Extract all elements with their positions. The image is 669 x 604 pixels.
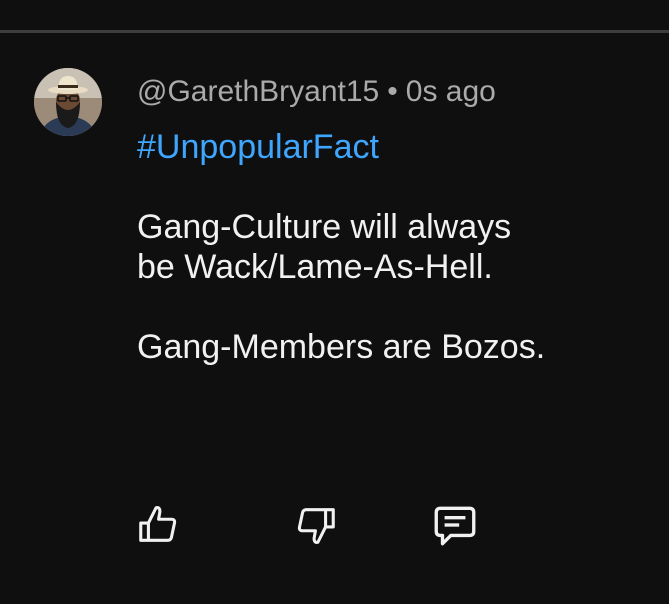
comment-line: Gang-Culture will always	[137, 208, 512, 246]
reply-button[interactable]	[430, 500, 480, 550]
comment-line: be Wack/Lame-As-Hell.	[137, 248, 493, 286]
comment-line-blank	[137, 287, 647, 327]
meta-separator: •	[387, 75, 398, 108]
dislike-button[interactable]	[291, 500, 341, 550]
thumbs-down-icon	[297, 508, 335, 544]
avatar-image	[34, 68, 102, 136]
top-divider	[0, 30, 669, 33]
hashtag-link[interactable]: #UnpopularFact	[137, 127, 647, 167]
thumbs-up-icon	[139, 506, 177, 542]
comment-body: #UnpopularFact Gang-Culture will always …	[137, 127, 647, 367]
comment-icon	[434, 506, 476, 546]
avatar[interactable]	[34, 68, 102, 136]
comment-actions	[0, 500, 669, 550]
comment-timestamp: 0s ago	[405, 75, 496, 108]
like-button[interactable]	[133, 500, 183, 550]
comment-meta: @GarethBryant15 • 0s ago	[137, 73, 496, 111]
author-handle[interactable]: @GarethBryant15	[137, 75, 379, 108]
comment-line: Gang-Members are Bozos.	[137, 328, 546, 366]
